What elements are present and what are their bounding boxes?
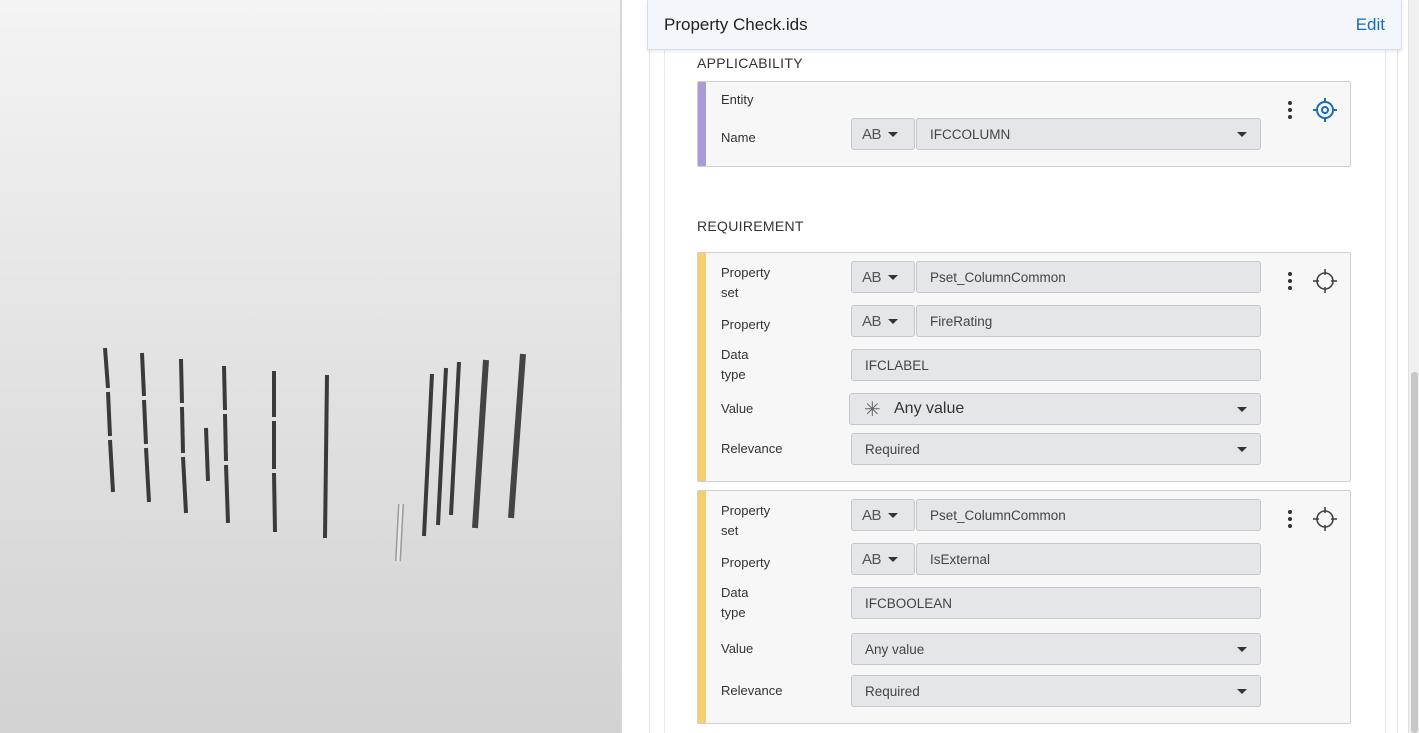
model-columns [103, 347, 526, 562]
property-label: Property [721, 555, 771, 570]
3d-viewport[interactable] [0, 0, 620, 733]
relevance-value: Required [865, 441, 920, 457]
data-type-field[interactable]: IFCLABEL [851, 349, 1261, 381]
target-icon[interactable] [1313, 98, 1337, 122]
column [103, 347, 110, 389]
type-text: AB [862, 506, 882, 524]
chevron-down-icon [888, 318, 899, 324]
data-type-label: Data type [721, 585, 749, 620]
chevron-down-icon [1237, 132, 1247, 137]
relevance-label: Relevance [721, 683, 783, 698]
column [449, 361, 461, 516]
panel-header: Property Check.ids Edit [647, 0, 1402, 50]
target-icon[interactable] [1313, 507, 1337, 531]
column [272, 472, 277, 533]
data-type-label: Data type [721, 347, 749, 382]
applicability-heading: APPLICABILITY [697, 55, 803, 71]
relevance-value: Required [865, 683, 920, 699]
edit-link[interactable]: Edit [1356, 15, 1385, 35]
asterisk-icon: ✳ [864, 398, 881, 421]
property-value: FireRating [930, 313, 993, 329]
property-set-type-selector[interactable]: AB [851, 261, 915, 293]
column [144, 447, 151, 503]
requirement-card: Property set AB Pset_ColumnCommon Proper… [697, 252, 1351, 482]
requirement-card: Property set AB Pset_ColumnCommon Proper… [697, 490, 1351, 724]
scrollbar-thumb[interactable] [1411, 372, 1418, 733]
target-icon[interactable] [1313, 269, 1337, 293]
relevance-label: Relevance [721, 441, 783, 456]
chevron-down-icon [1237, 689, 1247, 694]
column [106, 391, 112, 437]
column [422, 373, 434, 537]
column [436, 367, 448, 526]
data-type-value: IFCBOOLEAN [865, 595, 953, 611]
data-type-value: IFCLABEL [865, 357, 929, 373]
column [140, 352, 146, 397]
panel-title: Property Check.ids [664, 14, 808, 34]
property-type-selector[interactable]: AB [851, 305, 915, 337]
column [323, 374, 329, 539]
chevron-down-icon [888, 274, 899, 280]
column [508, 353, 526, 519]
value-select[interactable]: Any value [851, 633, 1261, 665]
more-options-icon[interactable] [1280, 507, 1300, 531]
requirement-accent [698, 491, 706, 723]
column [181, 456, 188, 514]
type-text: AB [862, 312, 882, 330]
property-set-label: Property set [721, 265, 771, 300]
name-label: Name [721, 130, 756, 145]
applicability-card: Entity Name AB IFCCOLUMN [697, 81, 1351, 167]
relevance-select[interactable]: Required [851, 433, 1261, 465]
requirement-accent [698, 253, 706, 481]
chevron-down-icon [1237, 447, 1247, 452]
requirement-heading: REQUIREMENT [697, 218, 804, 234]
property-set-field[interactable]: Pset_ColumnCommon [916, 499, 1261, 531]
applicability-accent [698, 82, 706, 166]
property-set-field[interactable]: Pset_ColumnCommon [916, 261, 1261, 293]
column [142, 399, 148, 445]
value-label: Value [721, 401, 754, 416]
value-select[interactable]: ✳ Any value [849, 393, 1261, 425]
property-value: IsExternal [930, 551, 991, 567]
chevron-down-icon [888, 131, 899, 137]
property-set-value: Pset_ColumnCommon [930, 269, 1066, 285]
chevron-down-icon [888, 512, 899, 518]
entity-label: Entity [721, 92, 754, 107]
column [180, 406, 185, 454]
column [224, 464, 230, 524]
chevron-down-icon [888, 556, 899, 562]
property-field[interactable]: FireRating [916, 305, 1261, 337]
property-type-selector[interactable]: AB [851, 543, 915, 575]
column [179, 358, 184, 404]
more-options-icon[interactable] [1280, 98, 1300, 122]
name-type-selector[interactable]: AB [851, 118, 915, 150]
property-field[interactable]: IsExternal [916, 543, 1261, 575]
chevron-down-icon [1237, 407, 1247, 412]
property-label: Property [721, 317, 771, 332]
property-set-label: Property set [721, 503, 771, 538]
chevron-down-icon [1237, 647, 1247, 652]
data-type-field[interactable]: IFCBOOLEAN [851, 587, 1261, 619]
type-text: AB [862, 125, 882, 143]
type-text: AB [862, 550, 882, 568]
entity-name-value: IFCCOLUMN [930, 126, 1011, 142]
property-set-type-selector[interactable]: AB [851, 499, 915, 531]
relevance-select[interactable]: Required [851, 675, 1261, 707]
scrollbar[interactable] [1408, 0, 1419, 733]
ids-panel: Property Check.ids Edit APPLICABILITY En… [622, 0, 1408, 733]
column [204, 427, 210, 482]
column [222, 365, 227, 411]
column [223, 413, 228, 462]
more-options-icon[interactable] [1280, 269, 1300, 293]
value-text: Any value [894, 400, 965, 417]
entity-name-select[interactable]: IFCCOLUMN [916, 118, 1261, 150]
value-label: Value [721, 641, 754, 656]
column [472, 359, 489, 529]
value-text: Any value [865, 641, 925, 657]
property-set-value: Pset_ColumnCommon [930, 507, 1066, 523]
type-text: AB [862, 268, 882, 286]
column [108, 439, 115, 493]
